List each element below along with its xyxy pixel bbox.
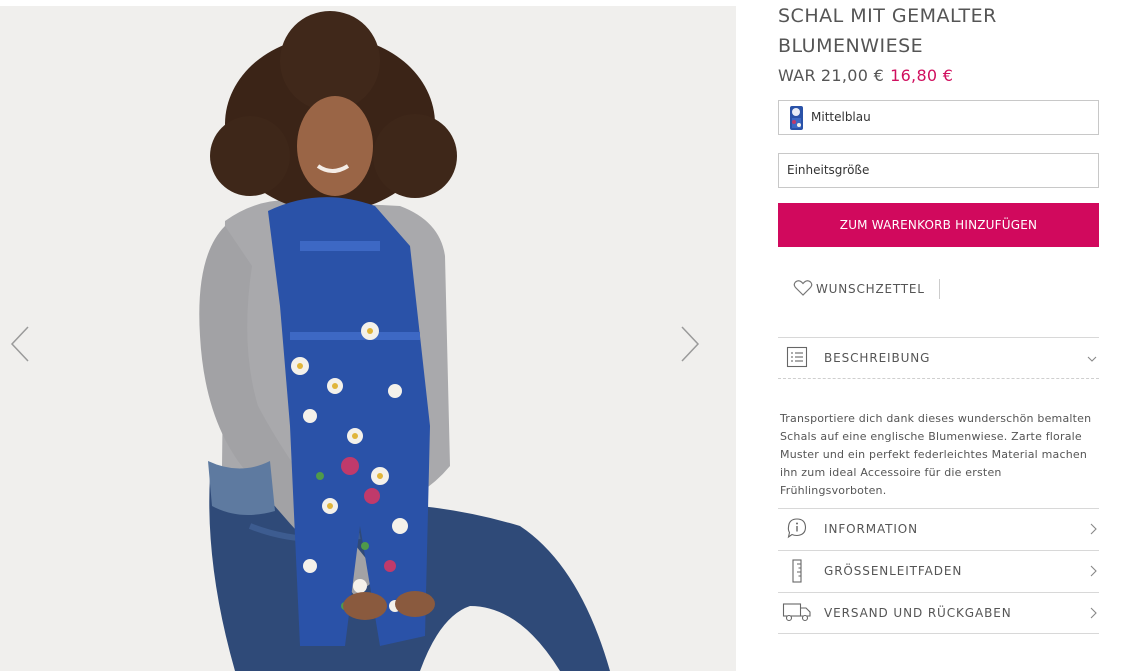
chevron-right-icon (1090, 523, 1097, 535)
was-price: 21,00 € (820, 66, 885, 85)
gallery-prev-button[interactable] (8, 324, 34, 364)
add-to-cart-button[interactable]: ZUM WARENKORB HINZUFÜGEN (778, 203, 1099, 247)
size-select[interactable]: Einheitsgröße (778, 153, 1099, 188)
accordion-description[interactable]: BESCHREIBUNG (778, 337, 1099, 379)
chevron-right-icon (1090, 607, 1097, 619)
accordion-information-label: INFORMATION (824, 522, 919, 536)
wishlist-divider (939, 279, 940, 299)
price-prefix: WAR (778, 66, 816, 85)
accordion-description-label: BESCHREIBUNG (824, 351, 931, 365)
list-icon (786, 346, 808, 368)
color-swatch-thumbnail (790, 106, 803, 130)
product-photo (0, 6, 736, 671)
chevron-right-icon (1090, 565, 1097, 577)
sale-price: 16,80 € (890, 66, 954, 85)
accordion-size-guide[interactable]: GRÖSSENLEITFADEN (778, 550, 1099, 591)
gallery-next-button[interactable] (676, 324, 702, 364)
wishlist-label: WUNSCHZETTEL (816, 282, 925, 296)
ruler-icon (792, 559, 802, 583)
truck-icon (782, 603, 811, 622)
color-select[interactable]: Mittelblau (778, 100, 1099, 135)
size-select-value: Einheitsgröße (787, 163, 870, 177)
product-image-gallery (0, 6, 736, 671)
chevron-right-icon (681, 326, 700, 362)
product-title: SCHAL MIT GEMALTER BLUMENWIESE (778, 5, 997, 57)
accordion-shipping-label: VERSAND UND RÜCKGABEN (824, 606, 1012, 620)
accordion-shipping-returns[interactable]: VERSAND UND RÜCKGABEN (778, 592, 1099, 634)
info-icon (787, 518, 807, 539)
chevron-left-icon (10, 326, 29, 362)
accordion-information[interactable]: INFORMATION (778, 508, 1099, 549)
accordion-size-guide-label: GRÖSSENLEITFADEN (824, 564, 963, 578)
heart-icon (793, 280, 813, 296)
price-row: WAR 21,00 € 16,80 € (778, 66, 953, 85)
chevron-down-icon (1087, 356, 1097, 362)
color-select-value: Mittelblau (811, 110, 871, 124)
product-description-text: Transportiere dich dank dieses wundersch… (780, 412, 1092, 497)
